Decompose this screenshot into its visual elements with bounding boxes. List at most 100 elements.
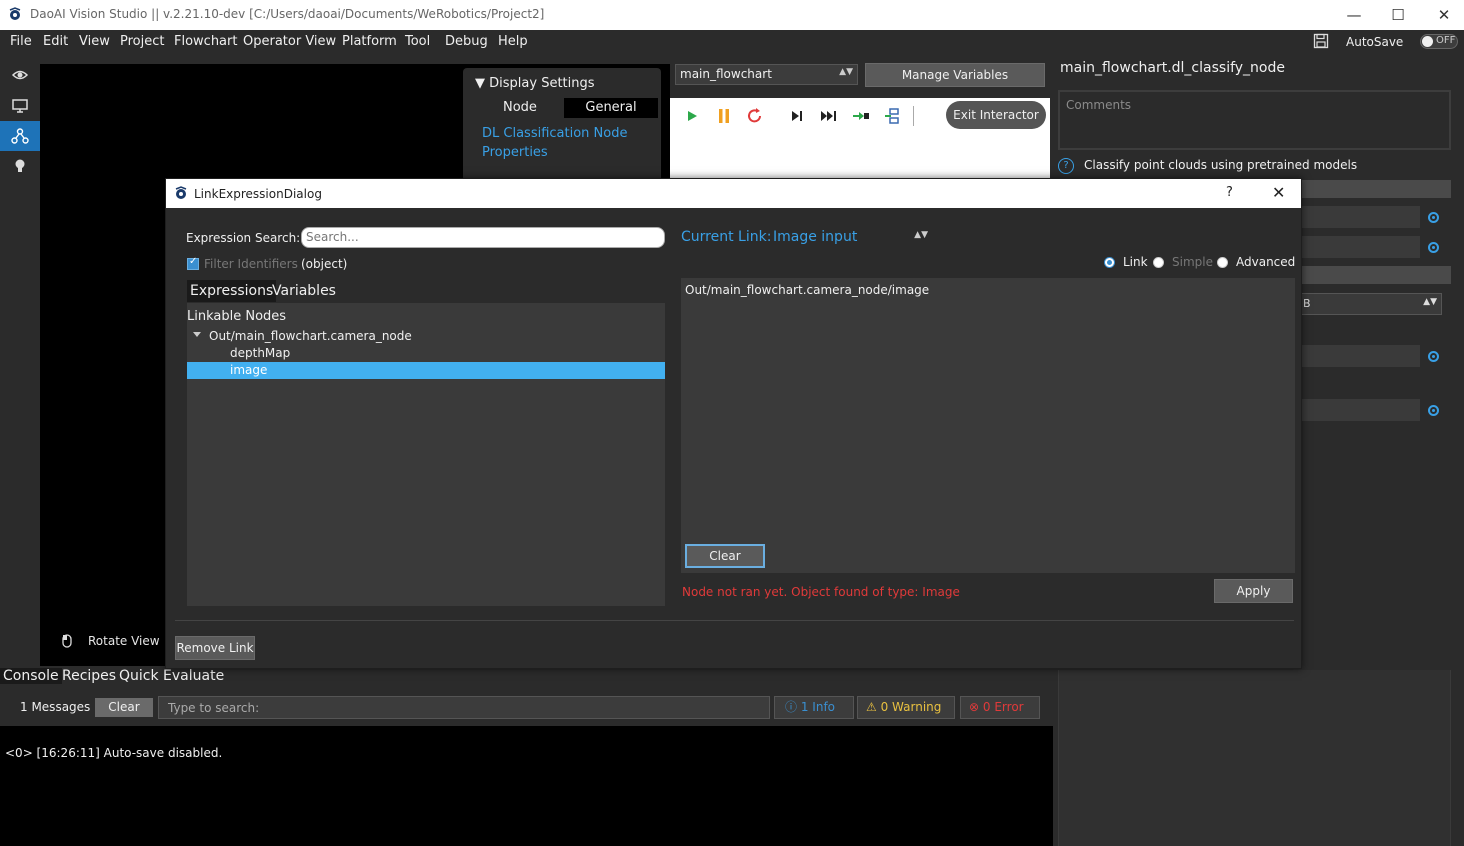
display-settings-header[interactable]: ▼ Display Settings — [475, 76, 595, 91]
menu-debug[interactable]: Debug — [445, 34, 488, 49]
tab-general[interactable]: General — [564, 98, 658, 118]
log-line: <0> [16:26:11] Auto-save disabled. — [5, 746, 223, 760]
tab-node[interactable]: Node — [503, 100, 537, 115]
property-field[interactable] — [1298, 399, 1420, 421]
property-field[interactable] — [1298, 206, 1420, 228]
save-icon[interactable] — [1313, 33, 1329, 49]
autosave-state: OFF — [1436, 35, 1456, 46]
menu-edit[interactable]: Edit — [43, 34, 68, 49]
current-link-value: Image input — [773, 229, 858, 245]
left-icon-rail — [0, 54, 40, 669]
run-to-node-icon[interactable] — [851, 106, 871, 126]
tab-quick-evaluate[interactable]: Quick Evaluate — [119, 668, 224, 684]
debug-node-icon[interactable] — [883, 106, 903, 126]
linkable-nodes-tree: Linkable Nodes Out/main_flowchart.camera… — [187, 303, 665, 606]
dialog-close-button[interactable]: ✕ — [1272, 183, 1285, 202]
step-icon[interactable] — [787, 106, 807, 126]
error-filter-button[interactable]: ⊗ 0 Error — [960, 696, 1040, 719]
link-expression-dialog: LinkExpressionDialog ? ✕ Expression Sear… — [165, 178, 1302, 669]
mode-link-radio[interactable] — [1104, 257, 1115, 268]
mode-advanced-label[interactable]: Advanced — [1236, 255, 1295, 269]
comments-field[interactable]: Comments — [1058, 90, 1451, 150]
message-count: 1 Messages — [20, 700, 91, 714]
minimize-button[interactable]: — — [1334, 4, 1374, 26]
menu-view[interactable]: View — [79, 34, 110, 49]
tree-item-depthmap[interactable]: depthMap — [187, 345, 665, 362]
menu-operator-view[interactable]: Operator View — [243, 34, 336, 49]
expand-triangle-icon[interactable] — [193, 332, 201, 337]
expression-search-placeholder: Search... — [306, 230, 359, 244]
help-icon[interactable]: ? — [1058, 158, 1074, 174]
toolbar-divider — [913, 106, 914, 126]
filter-identifiers-checkbox[interactable] — [187, 256, 199, 270]
mode-link-label[interactable]: Link — [1123, 255, 1148, 269]
menu-file[interactable]: File — [10, 34, 32, 49]
object-type-label: (object) — [301, 257, 348, 271]
maximize-button[interactable]: ☐ — [1378, 4, 1418, 26]
console-search-input[interactable]: Type to search: — [158, 696, 770, 719]
error-count: 0 Error — [982, 700, 1024, 714]
menu-bar: File Edit View Project Flowchart Operato… — [0, 30, 1464, 54]
tab-variables-in[interactable]: Variables In — [269, 280, 339, 321]
fast-forward-icon[interactable] — [819, 106, 839, 126]
close-button[interactable]: ✕ — [1424, 4, 1464, 26]
restart-icon[interactable] — [745, 106, 765, 126]
expression-text: Out/main_flowchart.camera_node/image — [685, 283, 930, 297]
flowchart-select[interactable]: main_flowchart ▲▼ — [675, 64, 858, 85]
link-target-icon[interactable] — [1428, 212, 1439, 223]
expression-editor[interactable]: Out/main_flowchart.camera_node/image — [681, 278, 1295, 573]
console-tabs: Console Recipes Quick Evaluate — [0, 666, 1053, 688]
play-icon[interactable] — [682, 106, 702, 126]
property-field[interactable] — [1298, 345, 1420, 367]
tree-node-camera[interactable]: Out/main_flowchart.camera_node — [209, 329, 412, 343]
flowchart-select-value: main_flowchart — [680, 67, 772, 81]
autosave-toggle[interactable]: OFF — [1420, 34, 1458, 49]
current-link-select[interactable]: Image input ▲▼ — [773, 229, 928, 245]
rail-monitor-button[interactable] — [0, 91, 40, 121]
tab-expressions[interactable]: Expressions — [187, 280, 277, 302]
tab-console[interactable]: Console — [0, 668, 62, 684]
menu-help[interactable]: Help — [498, 34, 528, 49]
app-logo-icon — [175, 186, 187, 199]
updown-arrow-icon: ▲▼ — [914, 230, 928, 240]
flowchart-icon — [11, 128, 29, 144]
node-name-title: main_flowchart.dl_classify_node — [1060, 60, 1285, 76]
info-filter-button[interactable]: ⓘ 1 Info — [774, 696, 854, 719]
mode-simple-radio[interactable] — [1153, 257, 1164, 268]
tree-header: Linkable Nodes — [187, 309, 287, 324]
mode-simple-label[interactable]: Simple — [1172, 255, 1213, 269]
dialog-divider — [175, 620, 1294, 621]
pause-icon[interactable] — [714, 106, 734, 126]
tree-item-image[interactable]: image — [187, 362, 665, 379]
menu-project[interactable]: Project — [120, 34, 164, 49]
console-log[interactable]: <0> [16:26:11] Auto-save disabled. — [0, 726, 1053, 846]
apply-button[interactable]: Apply — [1214, 579, 1293, 603]
console-toolbar: 1 Messages Clear Type to search: ⓘ 1 Inf… — [0, 690, 1053, 726]
menu-flowchart[interactable]: Flowchart — [174, 34, 237, 49]
mode-advanced-radio[interactable] — [1217, 257, 1228, 268]
tab-recipes[interactable]: Recipes — [62, 668, 116, 684]
expression-search-input[interactable]: Search... — [301, 227, 665, 248]
menu-tool[interactable]: Tool — [405, 34, 430, 49]
warning-filter-button[interactable]: ⚠ 0 Warning — [857, 696, 955, 719]
info-count: 1 Info — [800, 700, 836, 714]
link-target-icon[interactable] — [1428, 242, 1439, 253]
updown-arrow-icon: ▲▼ — [839, 67, 853, 77]
exit-interactor-button[interactable]: Exit Interactor — [946, 101, 1046, 129]
manage-variables-button[interactable]: Manage Variables — [865, 63, 1045, 87]
rail-tips-button[interactable] — [0, 151, 40, 181]
remove-link-button[interactable]: Remove Link — [175, 636, 255, 660]
camera-eye-icon — [11, 70, 29, 80]
window-titlebar: DaoAI Vision Studio || v.2.21.10-dev [C:… — [0, 0, 1464, 30]
link-target-icon[interactable] — [1428, 351, 1439, 362]
rail-camera-button[interactable] — [0, 60, 40, 90]
menu-platform[interactable]: Platform — [342, 34, 397, 49]
link-target-icon[interactable] — [1428, 405, 1439, 416]
property-combo[interactable]: B ▲▼ — [1298, 293, 1442, 315]
node-properties-link[interactable]: DL Classification Node Properties — [482, 124, 642, 162]
console-clear-button[interactable]: Clear — [95, 698, 153, 717]
clear-expression-button[interactable]: Clear — [685, 544, 765, 568]
dialog-help-button[interactable]: ? — [1226, 185, 1233, 200]
property-field[interactable] — [1298, 236, 1420, 258]
rail-flowchart-button[interactable] — [0, 121, 40, 151]
